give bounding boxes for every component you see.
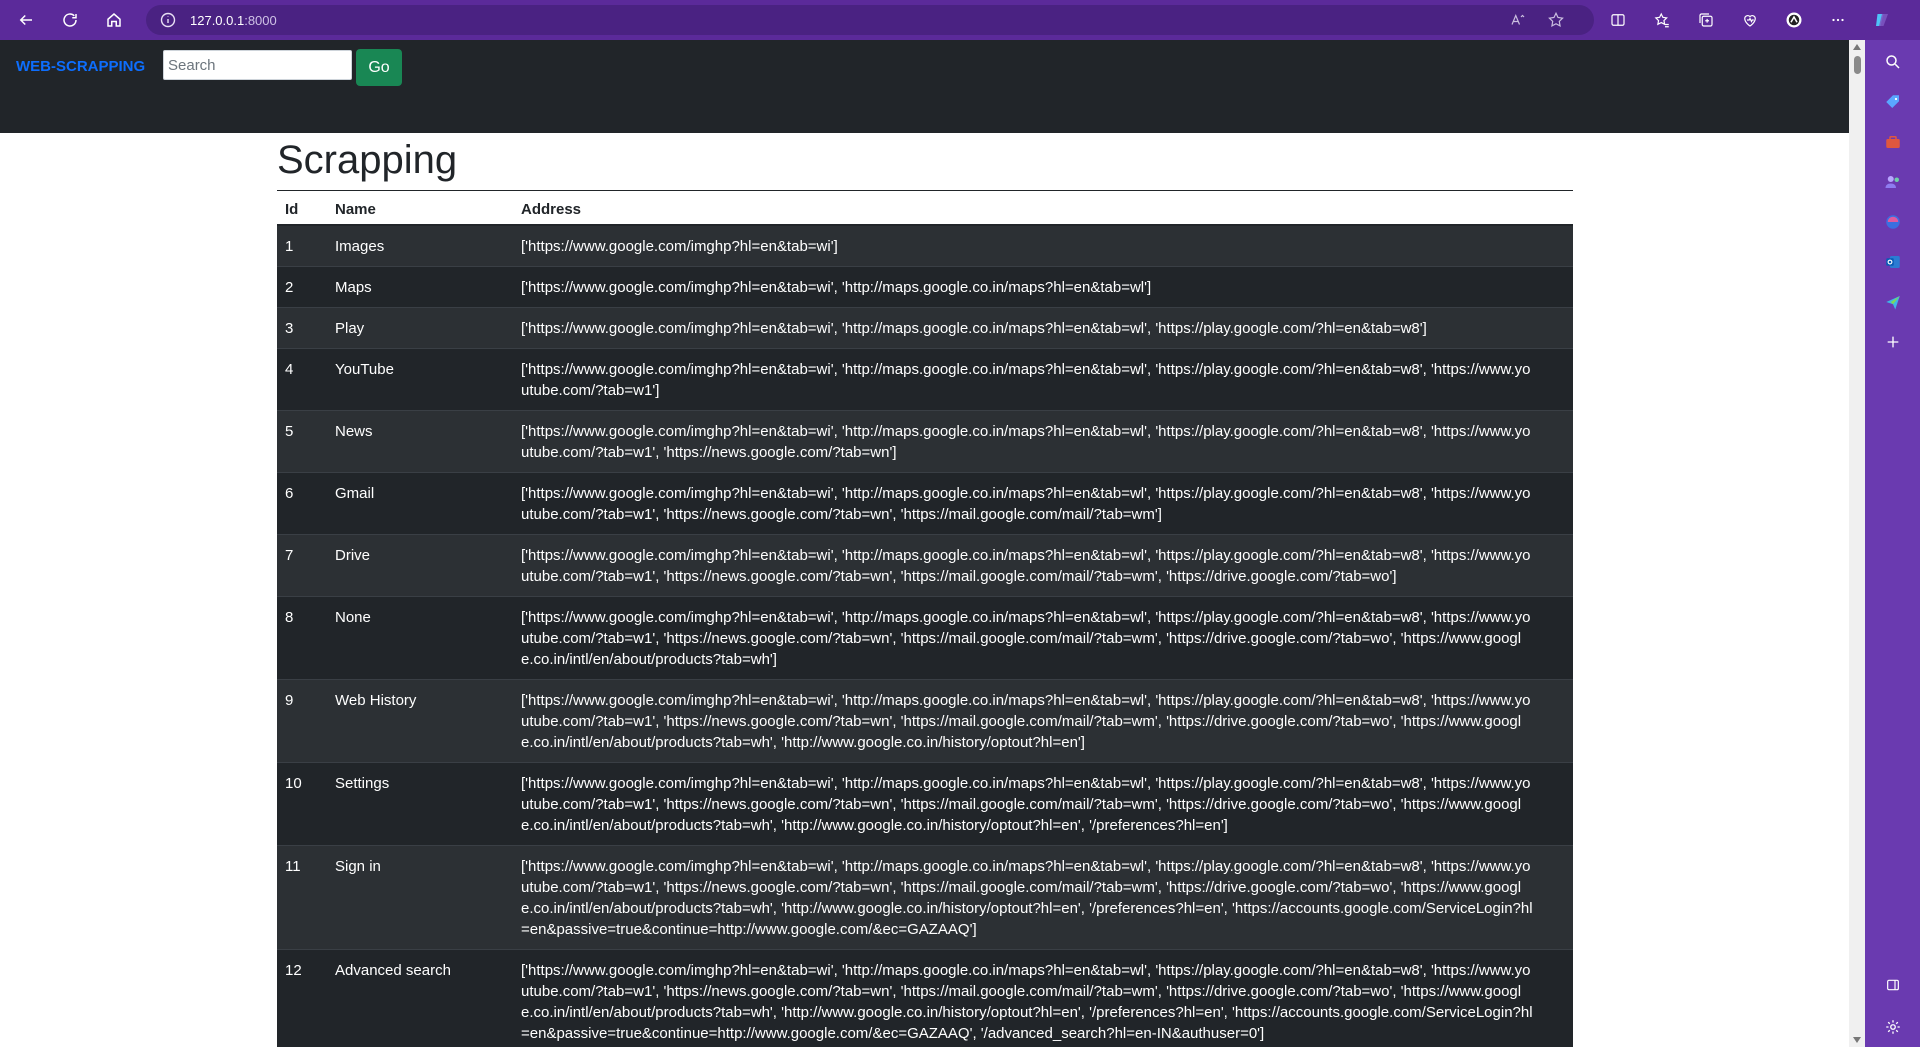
cell-id: 5	[277, 410, 327, 473]
cell-id: 8	[277, 596, 327, 680]
table-row: 2 Maps ['https://www.google.com/imghp?hl=e…	[277, 266, 1573, 308]
scrollbar-thumb[interactable]	[1854, 56, 1861, 74]
search-input[interactable]	[163, 50, 352, 80]
outlook-icon[interactable]	[1881, 250, 1905, 274]
tag-icon[interactable]	[1881, 90, 1905, 114]
table-row: 4 YouTube ['https://www.google.com/imghp?h…	[277, 348, 1573, 411]
brand-link[interactable]: WEB-SCRAPPING	[16, 58, 145, 75]
more-menu-icon[interactable]	[1820, 2, 1856, 38]
cell-address: ['https://www.google.com/imghp?hl=en&tab…	[513, 348, 1573, 411]
cell-name: Maps	[327, 266, 513, 308]
profile-icon[interactable]	[1776, 2, 1812, 38]
cell-name: News	[327, 410, 513, 473]
cell-address: ['https://www.google.com/imghp?hl=en&tab…	[513, 410, 1573, 473]
back-arrow-icon[interactable]	[8, 2, 44, 38]
cell-id: 11	[277, 845, 327, 950]
table-row: 5 News ['https://www.google.com/imghp?hl=e…	[277, 410, 1573, 473]
favorite-star-icon[interactable]	[1542, 6, 1570, 34]
table-row: 9 Web History ['https://www.google.com/img…	[277, 679, 1573, 763]
header-name: Name	[327, 190, 513, 226]
table-row: 11 Sign in ['https://www.google.com/imghp?…	[277, 845, 1573, 950]
cell-name: YouTube	[327, 348, 513, 411]
send-icon[interactable]	[1881, 290, 1905, 314]
url-host: 127.0.0.1	[190, 12, 245, 28]
copilot-icon[interactable]	[1864, 2, 1900, 38]
cell-address: ['https://www.google.com/imghp?hl=en&tab…	[513, 679, 1573, 763]
cell-name: Images	[327, 224, 513, 267]
cell-address: ['https://www.google.com/imghp?hl=en&tab…	[513, 307, 1573, 349]
header-address: Address	[513, 190, 1573, 226]
cell-name: Drive	[327, 534, 513, 597]
cell-id: 12	[277, 949, 327, 1047]
read-aloud-icon[interactable]	[1504, 6, 1532, 34]
cell-address: ['https://www.google.com/imghp?hl=en&tab…	[513, 762, 1573, 846]
refresh-icon[interactable]	[52, 2, 88, 38]
collections-icon[interactable]	[1688, 2, 1724, 38]
table-row: 3 Play ['https://www.google.com/imghp?hl=e…	[277, 307, 1573, 349]
cell-address: ['https://www.google.com/imghp?hl=en&tab…	[513, 596, 1573, 680]
browser-toolbar: 127.0.0.1:8000	[0, 0, 1920, 40]
table-row: 10 Settings ['https://www.google.com/imghp…	[277, 762, 1573, 846]
cell-name: Gmail	[327, 472, 513, 535]
favorites-icon[interactable]	[1644, 2, 1680, 38]
cell-id: 1	[277, 224, 327, 267]
edge-sidebar	[1865, 40, 1920, 1047]
cell-id: 7	[277, 534, 327, 597]
add-icon[interactable]	[1881, 330, 1905, 354]
split-screen-icon[interactable]	[1600, 2, 1636, 38]
search-icon[interactable]	[1881, 50, 1905, 74]
address-bar[interactable]: 127.0.0.1:8000	[146, 5, 1594, 35]
cell-id: 10	[277, 762, 327, 846]
scroll-down-arrow-icon[interactable]	[1853, 1037, 1861, 1043]
page-title: Scrapping	[277, 138, 458, 182]
table-row: 8 None ['https://www.google.com/imghp?hl=e…	[277, 596, 1573, 680]
toolbox-icon[interactable]	[1881, 130, 1905, 154]
page-viewport: WEB-SCRAPPING Go Scrapping Id Name Addre…	[0, 40, 1849, 1047]
cell-name: Settings	[327, 762, 513, 846]
scroll-up-arrow-icon[interactable]	[1853, 44, 1861, 50]
go-button[interactable]: Go	[356, 49, 402, 86]
sidebar-layout-icon[interactable]	[1881, 973, 1905, 997]
cell-id: 6	[277, 472, 327, 535]
table-row: 12 Advanced search ['https://www.google.co…	[277, 949, 1573, 1047]
cell-id: 2	[277, 266, 327, 308]
cell-address: ['https://www.google.com/imghp?hl=en&tab…	[513, 266, 1573, 308]
cell-id: 3	[277, 307, 327, 349]
cell-name: None	[327, 596, 513, 680]
info-icon[interactable]	[160, 12, 176, 28]
table-body: 1 Images ['https://www.google.com/imghp?hl…	[277, 224, 1573, 1047]
cell-name: Web History	[327, 679, 513, 763]
url-text[interactable]: 127.0.0.1:8000	[190, 13, 277, 28]
copilot-sphere-icon[interactable]	[1881, 210, 1905, 234]
performance-heart-icon[interactable]	[1732, 2, 1768, 38]
page-scrollbar[interactable]	[1849, 40, 1865, 1047]
table-row: 6 Gmail ['https://www.google.com/imghp?hl=…	[277, 472, 1573, 535]
table-row: 1 Images ['https://www.google.com/imghp?hl…	[277, 224, 1573, 267]
cell-address: ['https://www.google.com/imghp?hl=en&tab…	[513, 949, 1573, 1047]
cell-address: ['https://www.google.com/imghp?hl=en&tab…	[513, 845, 1573, 950]
navbar: WEB-SCRAPPING Go	[0, 40, 1849, 133]
home-icon[interactable]	[96, 2, 132, 38]
cell-address: ['https://www.google.com/imghp?hl=en&tab…	[513, 534, 1573, 597]
cell-name: Play	[327, 307, 513, 349]
cell-id: 9	[277, 679, 327, 763]
table-row: 7 Drive ['https://www.google.com/imghp?hl=…	[277, 534, 1573, 597]
settings-gear-icon[interactable]	[1881, 1015, 1905, 1039]
scrapping-table: Id Name Address 1 Images ['https://www.goo…	[277, 190, 1573, 1047]
cell-name: Sign in	[327, 845, 513, 950]
main-container: Scrapping Id Name Address 1 Images ['https…	[277, 133, 1573, 1047]
cell-id: 4	[277, 348, 327, 411]
people-icon[interactable]	[1881, 170, 1905, 194]
header-id: Id	[277, 190, 327, 226]
cell-name: Advanced search	[327, 949, 513, 1047]
cell-address: ['https://www.google.com/imghp?hl=en&tab…	[513, 224, 1573, 267]
url-port: :8000	[244, 12, 277, 28]
cell-address: ['https://www.google.com/imghp?hl=en&tab…	[513, 472, 1573, 535]
table-header-row: Id Name Address	[277, 190, 1573, 226]
